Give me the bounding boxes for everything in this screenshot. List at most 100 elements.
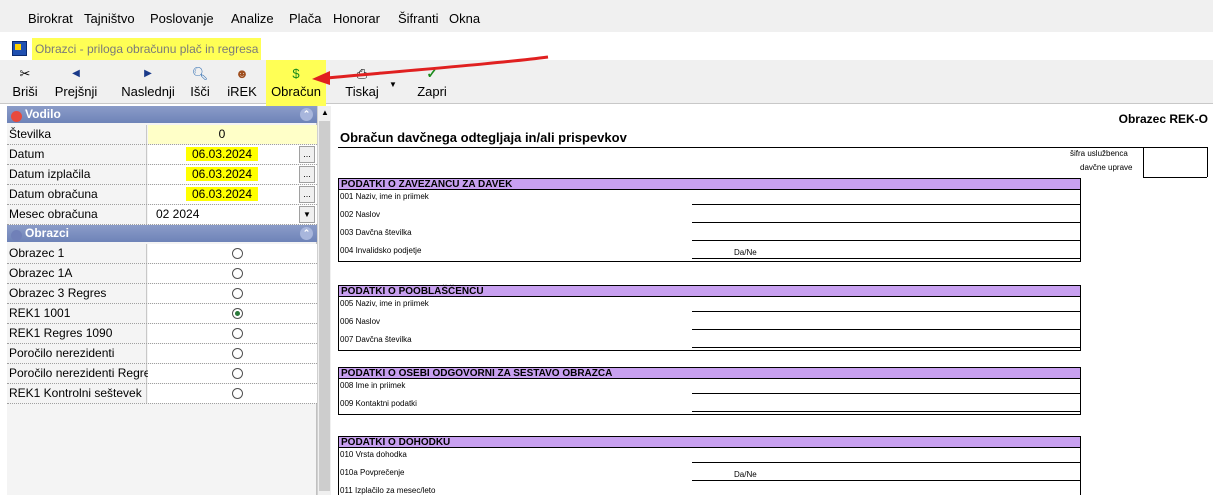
stevilka-field[interactable]: 0 bbox=[148, 125, 317, 144]
menu-poslovanje[interactable]: Poslovanje bbox=[150, 11, 214, 26]
field-label: 007 Davčna številka bbox=[340, 335, 412, 344]
prejsnji-button[interactable]: ◀ Prejšnji bbox=[46, 64, 106, 102]
obrazci-icon: . bbox=[11, 230, 22, 241]
menu-analize[interactable]: Analize bbox=[231, 11, 274, 26]
field-line bbox=[692, 329, 1081, 330]
report-heading: Obračun davčnega odtegljaja in/ali prisp… bbox=[340, 130, 627, 145]
obrazec-label: Poročilo nerezidenti bbox=[7, 344, 147, 363]
obrazec-row[interactable]: REK1 1001 bbox=[7, 304, 317, 324]
mesec-select[interactable]: 02 2024 bbox=[148, 205, 317, 224]
obrazec-row[interactable]: Obrazec 1 bbox=[7, 244, 317, 264]
vertical-scrollbar[interactable]: ▲ bbox=[317, 106, 331, 495]
section-box bbox=[338, 297, 1081, 351]
vodilo-header[interactable]: .Vodilo ⌃ bbox=[7, 106, 317, 123]
obrazec-label: Poročilo nerezidenti Regres bbox=[7, 364, 156, 383]
field-label: 009 Kontaktni podatki bbox=[340, 399, 417, 408]
stevilka-value: 0 bbox=[218, 127, 226, 141]
divider bbox=[1207, 147, 1208, 177]
obrazec-label: Obrazec 1 bbox=[7, 244, 147, 263]
sifra-label-1: šifra uslužbenca bbox=[1070, 149, 1128, 158]
form-icon bbox=[12, 41, 27, 56]
obrazci-header-label: Obrazci bbox=[25, 226, 70, 240]
section-header: PODATKI O DOHODKU bbox=[338, 436, 1081, 448]
radio-button[interactable] bbox=[232, 268, 243, 279]
menu-sifranti[interactable]: Šifranti bbox=[398, 11, 438, 26]
field-label: 005 Naziv, ime in priimek bbox=[340, 299, 429, 308]
divider bbox=[1143, 177, 1207, 178]
datum-izplacila-field[interactable]: 06.03.2024 bbox=[148, 165, 317, 184]
brisi-button[interactable]: ✂ Briši bbox=[10, 64, 40, 102]
radio-button[interactable] bbox=[232, 348, 243, 359]
obrazec-row[interactable]: REK1 Regres 1090 bbox=[7, 324, 317, 344]
section-box bbox=[338, 448, 1081, 495]
da-ne-label: Da/Ne bbox=[734, 248, 757, 257]
datum-field[interactable]: 06.03.2024 bbox=[148, 145, 317, 164]
irek-button[interactable]: ☻ iREK bbox=[222, 64, 262, 102]
obrazec-label: REK1 Kontrolni seštevek bbox=[7, 384, 147, 403]
mesec-value: 02 2024 bbox=[156, 207, 200, 221]
datum-picker-button[interactable]: ... bbox=[299, 146, 315, 163]
menu-okna[interactable]: Okna bbox=[449, 11, 480, 26]
menu-birokrat[interactable]: Birokrat bbox=[28, 11, 73, 26]
datum-izplacila-picker-button[interactable]: ... bbox=[299, 166, 315, 183]
obrazec-radio-cell bbox=[148, 284, 317, 303]
left-panel: .Vodilo ⌃ Številka 0 Datum 06.03.2024 ..… bbox=[7, 106, 317, 495]
mesec-label: Mesec obračuna bbox=[7, 205, 147, 224]
field-label: 011 Izplačilo za mesec/leto bbox=[340, 486, 436, 495]
field-label: 006 Naslov bbox=[340, 317, 381, 326]
section-header: PODATKI O POOBLAŠČENCU bbox=[338, 285, 1081, 297]
menu-placa[interactable]: Plača bbox=[289, 11, 322, 26]
prejsnji-label: Prejšnji bbox=[54, 84, 98, 99]
datum-label: Datum bbox=[7, 145, 147, 164]
collapse-icon[interactable]: ⌃ bbox=[300, 227, 313, 240]
radio-button[interactable] bbox=[232, 288, 243, 299]
datum-izplacila-label: Datum izplačila bbox=[7, 165, 147, 184]
obrazec-radio-cell bbox=[148, 244, 317, 263]
field-line bbox=[692, 480, 1081, 481]
field-line bbox=[692, 222, 1081, 223]
field-line bbox=[692, 411, 1081, 412]
arrow-right-icon: ▶ bbox=[144, 68, 152, 79]
datum-obracuna-value: 06.03.2024 bbox=[185, 187, 259, 201]
obrazec-row[interactable]: REK1 Kontrolni seštevek bbox=[7, 384, 317, 404]
isci-button[interactable]: 🔍︎ Išči bbox=[184, 64, 216, 102]
menu-bar: Birokrat Tajništvo Poslovanje Analize Pl… bbox=[0, 0, 1213, 32]
field-line bbox=[692, 462, 1081, 463]
radio-button[interactable] bbox=[232, 368, 243, 379]
irek-label: iREK bbox=[227, 84, 257, 99]
obrazec-row[interactable]: Poročilo nerezidenti bbox=[7, 344, 317, 364]
obrazec-radio-cell bbox=[148, 324, 317, 343]
stevilka-label: Številka bbox=[7, 125, 147, 144]
obrazec-row[interactable]: Obrazec 1A bbox=[7, 264, 317, 284]
mesec-row: Mesec obračuna 02 2024 ▼ bbox=[7, 205, 317, 225]
scroll-thumb[interactable] bbox=[319, 121, 330, 491]
datum-izplacila-value: 06.03.2024 bbox=[185, 167, 259, 181]
section-box bbox=[338, 190, 1081, 262]
section-header: PODATKI O ZAVEZANCU ZA DAVEK bbox=[338, 178, 1081, 190]
obrazec-radio-cell bbox=[148, 384, 317, 403]
obrazci-header[interactable]: .Obrazci ⌃ bbox=[7, 225, 317, 242]
naslednji-button[interactable]: ▶ Naslednji bbox=[114, 64, 182, 102]
section-box bbox=[338, 379, 1081, 415]
radio-button[interactable] bbox=[232, 388, 243, 399]
form-title: Obrazci - priloga obračunu plač in regre… bbox=[32, 38, 262, 60]
radio-button[interactable] bbox=[232, 328, 243, 339]
arrow-left-icon: ◀ bbox=[72, 68, 80, 79]
datum-obracuna-picker-button[interactable]: ... bbox=[299, 186, 315, 203]
radio-button[interactable] bbox=[232, 248, 243, 259]
divider bbox=[338, 147, 1148, 148]
collapse-icon[interactable]: ⌃ bbox=[300, 108, 313, 121]
chevron-down-icon[interactable]: ▼ bbox=[299, 206, 315, 223]
obrazec-row[interactable]: Obrazec 3 Regres bbox=[7, 284, 317, 304]
report-title: Obrazec REK-O bbox=[1118, 112, 1208, 126]
divider bbox=[1143, 147, 1207, 148]
radio-button[interactable] bbox=[232, 308, 243, 319]
field-label: 004 Invalidsko podjetje bbox=[340, 246, 422, 255]
obrazec-row[interactable]: Poročilo nerezidenti Regres bbox=[7, 364, 317, 384]
datum-obracuna-field[interactable]: 06.03.2024 bbox=[148, 185, 317, 204]
menu-tajnistvo[interactable]: Tajništvo bbox=[84, 11, 135, 26]
report-preview: Obrazec REK-O Obračun davčnega odtegljaj… bbox=[332, 106, 1213, 495]
menu-honorar[interactable]: Honorar bbox=[333, 11, 380, 26]
scroll-up-icon[interactable]: ▲ bbox=[318, 106, 332, 120]
datum-izplacila-row: Datum izplačila 06.03.2024 ... bbox=[7, 165, 317, 185]
